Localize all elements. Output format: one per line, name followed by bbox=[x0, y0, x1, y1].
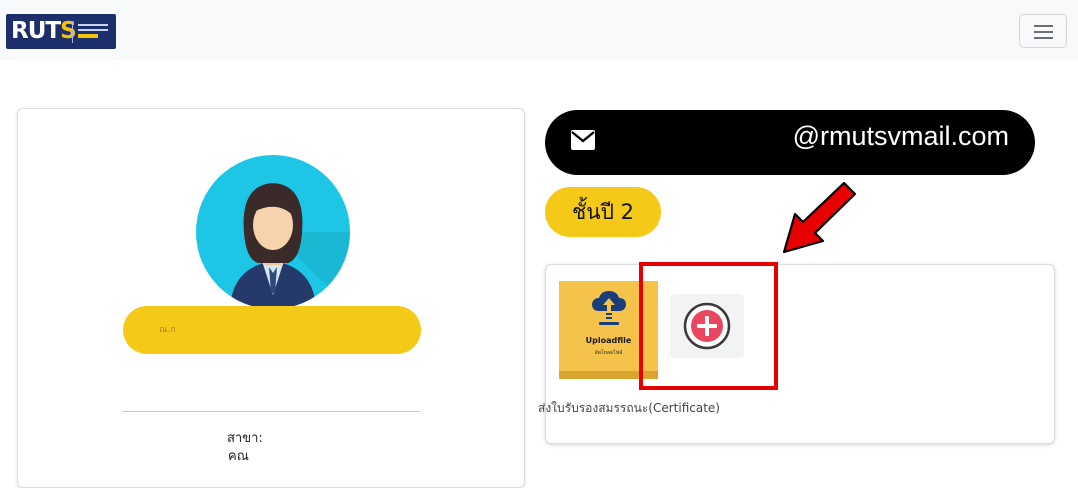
department-value: คณ bbox=[228, 449, 249, 464]
year-label: ชั้นปี 2 bbox=[572, 200, 634, 224]
logo-emblem bbox=[72, 21, 112, 43]
hamburger-menu-button[interactable] bbox=[1019, 14, 1067, 48]
upload-title: Uploadfile bbox=[585, 336, 632, 345]
envelope-icon bbox=[571, 130, 595, 150]
year-badge: ชั้นปี 2 bbox=[545, 187, 661, 237]
certificate-label: ส่งใบรับรองสมรรถนะ(Certificate) bbox=[538, 401, 720, 415]
plus-circle-icon bbox=[683, 302, 731, 350]
email-text: @rmutsvmail.com bbox=[792, 121, 1009, 151]
certificate-card: Uploadfile อัพโหลดไฟล์ ส่งใบรับรองสมรรถน… bbox=[538, 264, 1055, 444]
hamburger-icon bbox=[1034, 25, 1053, 27]
student-name: ณ.ก bbox=[159, 325, 176, 335]
red-arrow-icon bbox=[782, 181, 857, 254]
upload-subtitle: อัพโหลดไฟล์ bbox=[594, 350, 623, 356]
profile-divider bbox=[122, 411, 420, 412]
rmuts-logo[interactable]: RUTS bbox=[6, 14, 116, 49]
student-name-pill: ณ.ก bbox=[123, 306, 421, 354]
upload-file-thumbnail[interactable]: Uploadfile อัพโหลดไฟล์ bbox=[559, 281, 658, 379]
cloud-upload-icon bbox=[592, 291, 626, 325]
navbar: RUTS bbox=[0, 0, 1078, 60]
female-avatar-icon bbox=[196, 155, 350, 309]
email-pill: @rmutsvmail.com bbox=[545, 110, 1035, 175]
logo-text: RUTS bbox=[11, 18, 77, 44]
add-certificate-button[interactable] bbox=[670, 294, 744, 358]
profile-card: ณ.ก สาขา: คณ bbox=[17, 108, 525, 488]
